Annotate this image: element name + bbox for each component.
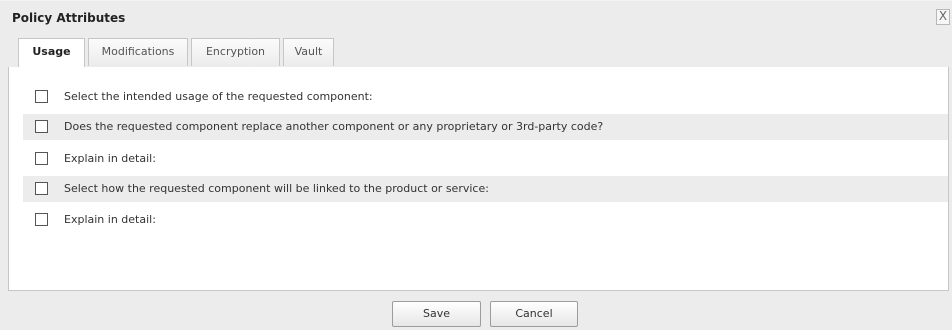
list-item: Does the requested component replace ano… [23, 114, 948, 140]
save-button[interactable]: Save [392, 301, 481, 327]
item-checkbox[interactable] [35, 90, 48, 103]
tab-strip: Usage Modifications Encryption Vault [8, 35, 949, 68]
list-item: Select how the requested component will … [23, 176, 948, 202]
close-icon[interactable]: X [936, 9, 950, 25]
item-checkbox[interactable] [35, 213, 48, 226]
item-checkbox[interactable] [35, 182, 48, 195]
tab-vault[interactable]: Vault [283, 38, 334, 66]
cancel-button[interactable]: Cancel [490, 301, 578, 327]
list-item: Explain in detail: [23, 146, 948, 172]
tab-modifications[interactable]: Modifications [88, 38, 188, 66]
list-item: Explain in detail: [23, 207, 948, 233]
item-label: Does the requested component replace ano… [64, 120, 604, 133]
dialog-titlebar: Policy Attributes X [0, 1, 952, 35]
tab-encryption[interactable]: Encryption [191, 38, 280, 66]
list-item: Select the intended usage of the request… [23, 84, 948, 110]
dialog-title: Policy Attributes [12, 11, 126, 25]
item-checkbox[interactable] [35, 120, 48, 133]
tab-usage[interactable]: Usage [18, 38, 85, 67]
item-label: Select how the requested component will … [64, 182, 489, 195]
item-label: Select the intended usage of the request… [64, 90, 373, 103]
item-label: Explain in detail: [64, 152, 156, 165]
policy-attributes-dialog: Policy Attributes X Usage Modifications … [0, 0, 952, 330]
item-label: Explain in detail: [64, 213, 156, 226]
item-checkbox[interactable] [35, 152, 48, 165]
usage-tab-panel: Select the intended usage of the request… [8, 67, 949, 291]
